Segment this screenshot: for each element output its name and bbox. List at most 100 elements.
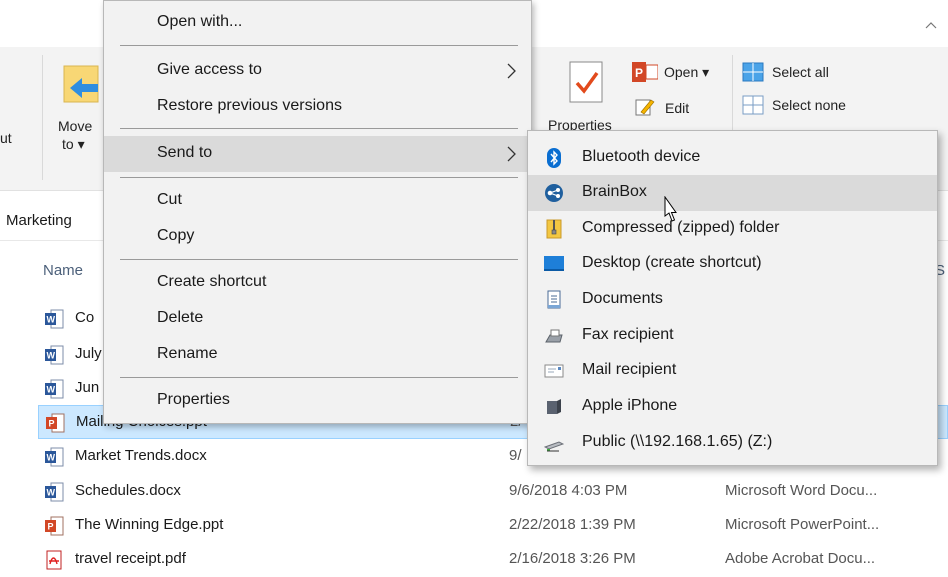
svg-text:W: W — [47, 315, 56, 325]
select-all-label: Select all — [772, 64, 829, 80]
file-name: Schedules.docx — [75, 482, 181, 499]
send-to-label: Apple iPhone — [582, 397, 678, 414]
move-to-label-2: to ▾ — [62, 136, 85, 152]
menu-item-label: Create shortcut — [157, 273, 267, 290]
file-name: Jun — [75, 379, 100, 396]
move-to-label-1: Move — [58, 118, 93, 134]
properties-button[interactable]: Properties — [545, 55, 625, 135]
menu-separator — [120, 128, 518, 129]
word-doc-icon: W — [45, 309, 64, 329]
file-row[interactable]: travel receipt.pdf 2/16/2018 3:26 PM Ado… — [38, 543, 948, 577]
file-date: 9/ — [509, 447, 522, 464]
mouse-cursor-icon — [664, 196, 677, 222]
menu-item-create-shortcut[interactable]: Create shortcut — [104, 265, 531, 301]
svg-text:P: P — [48, 522, 54, 532]
send-to-iphone[interactable]: Apple iPhone — [528, 389, 937, 425]
svg-text:W: W — [47, 351, 56, 361]
cut-button-fragment[interactable]: ut — [0, 130, 12, 146]
context-menu: Open with... Give access to Restore prev… — [103, 0, 532, 424]
send-to-documents[interactable]: Documents — [528, 282, 937, 318]
menu-item-give-access[interactable]: Give access to — [104, 53, 531, 89]
file-date: 2/22/2018 1:39 PM — [509, 516, 636, 533]
select-none-label: Select none — [772, 97, 846, 113]
documents-icon — [547, 290, 561, 309]
menu-separator — [120, 177, 518, 178]
menu-item-label: Properties — [157, 391, 230, 408]
send-to-label: Compressed (zipped) folder — [582, 219, 780, 236]
svg-text:P: P — [49, 419, 55, 429]
edit-button[interactable]: Edit — [635, 96, 715, 118]
open-label: Open ▾ — [664, 64, 710, 80]
select-none-icon — [742, 95, 764, 115]
word-doc-icon: W — [45, 482, 64, 502]
menu-item-open-with[interactable]: Open with... — [104, 5, 531, 41]
send-to-label: Documents — [582, 290, 663, 307]
menu-item-copy[interactable]: Copy — [104, 219, 531, 255]
send-to-label: Desktop (create shortcut) — [582, 254, 762, 271]
menu-item-properties[interactable]: Properties — [104, 383, 531, 419]
file-row[interactable]: P The Winning Edge.ppt 2/22/2018 1:39 PM… — [38, 509, 948, 543]
pdf-icon — [46, 550, 62, 570]
open-button[interactable]: P Open ▾ — [630, 60, 722, 84]
breadcrumb[interactable]: Marketing — [6, 212, 72, 229]
menu-item-label: Cut — [157, 191, 182, 208]
desktop-icon — [544, 256, 564, 271]
menu-item-rename[interactable]: Rename — [104, 337, 531, 373]
brainbox-icon — [545, 184, 563, 202]
send-to-label: BrainBox — [582, 183, 647, 200]
menu-item-label: Send to — [157, 144, 213, 161]
menu-separator — [120, 377, 518, 378]
menu-item-label: Open with... — [157, 13, 243, 30]
chevron-right-icon — [507, 146, 516, 162]
send-to-label: Fax recipient — [582, 326, 674, 343]
menu-item-send-to[interactable]: Send to — [104, 136, 531, 172]
chevron-right-icon — [507, 63, 516, 79]
send-to-label: Bluetooth device — [582, 148, 701, 165]
file-name: travel receipt.pdf — [75, 550, 186, 567]
menu-separator — [120, 259, 518, 260]
menu-item-delete[interactable]: Delete — [104, 301, 531, 337]
send-to-fax[interactable]: Fax recipient — [528, 318, 937, 354]
move-to-button[interactable]: Move to ▾ — [52, 60, 104, 160]
svg-text:W: W — [47, 385, 56, 395]
file-name: Co — [75, 309, 95, 326]
column-header-name[interactable]: Name — [43, 262, 83, 279]
menu-item-restore-versions[interactable]: Restore previous versions — [104, 89, 531, 125]
powerpoint-icon: P — [46, 413, 65, 433]
chevron-up-icon[interactable] — [924, 18, 938, 32]
select-all-icon — [742, 62, 764, 82]
svg-text:W: W — [47, 488, 56, 498]
file-date: 9/6/2018 4:03 PM — [509, 482, 628, 499]
word-doc-icon: W — [45, 447, 64, 467]
mail-icon — [544, 364, 564, 378]
file-date: 2/16/2018 3:26 PM — [509, 550, 636, 567]
menu-item-cut[interactable]: Cut — [104, 183, 531, 219]
send-to-network-drive[interactable]: Public (\\192.168.1.65) (Z:) — [528, 425, 937, 461]
powerpoint-icon: P — [632, 62, 658, 82]
ribbon-divider — [42, 55, 43, 180]
send-to-brainbox[interactable]: BrainBox — [528, 175, 937, 211]
send-to-label: Public (\\192.168.1.65) (Z:) — [582, 433, 773, 450]
fax-icon — [545, 329, 563, 343]
file-name: July — [75, 345, 102, 362]
send-to-mail[interactable]: Mail recipient — [528, 353, 937, 389]
bluetooth-icon — [547, 148, 561, 168]
file-name: Market Trends.docx — [75, 447, 207, 464]
send-to-bluetooth[interactable]: Bluetooth device — [528, 140, 937, 176]
file-type: Adobe Acrobat Docu... — [725, 550, 876, 567]
file-row[interactable]: W Schedules.docx 9/6/2018 4:03 PM Micros… — [38, 475, 948, 509]
edit-label: Edit — [665, 100, 690, 116]
zip-folder-icon — [546, 219, 562, 239]
word-doc-icon: W — [45, 379, 64, 399]
send-to-desktop[interactable]: Desktop (create shortcut) — [528, 246, 937, 282]
network-drive-icon — [544, 441, 564, 452]
send-to-zip[interactable]: Compressed (zipped) folder — [528, 211, 937, 247]
file-type: Microsoft Word Docu... — [725, 482, 878, 499]
select-none-button[interactable]: Select none — [740, 93, 870, 117]
select-all-button[interactable]: Select all — [740, 60, 860, 84]
menu-item-label: Rename — [157, 345, 218, 362]
send-to-submenu: Bluetooth device BrainBox Compressed (zi… — [527, 130, 938, 466]
powerpoint-icon: P — [45, 516, 64, 536]
svg-text:W: W — [47, 453, 56, 463]
menu-item-label: Give access to — [157, 61, 262, 78]
